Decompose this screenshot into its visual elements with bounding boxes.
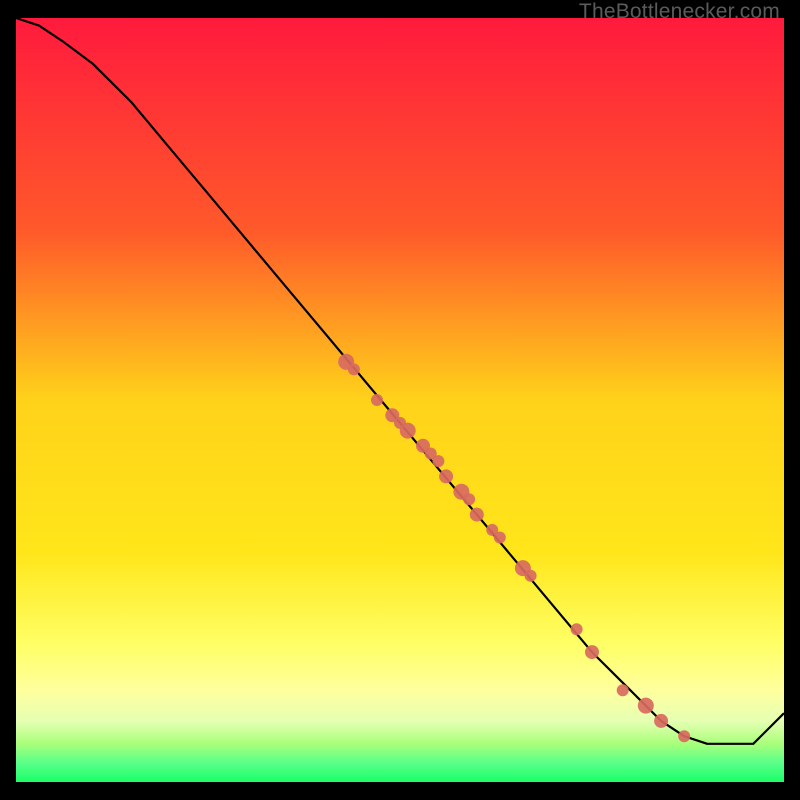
data-point [470,508,484,522]
plot-area [16,18,784,782]
data-point [432,455,444,467]
data-point [617,684,629,696]
chart-curve-layer [16,18,784,782]
watermark-text: TheBottlenecker.com [579,0,780,24]
data-point [525,570,537,582]
data-point [463,493,475,505]
chart-frame: TheBottlenecker.com [0,0,800,800]
data-point [638,698,654,714]
data-point [678,730,690,742]
data-point [439,469,453,483]
data-point [654,714,668,728]
data-point [571,623,583,635]
bottleneck-curve [16,18,784,744]
data-point [494,532,506,544]
sample-points [338,354,690,742]
data-point [585,645,599,659]
data-point [371,394,383,406]
data-point [400,423,416,439]
data-point [348,363,360,375]
